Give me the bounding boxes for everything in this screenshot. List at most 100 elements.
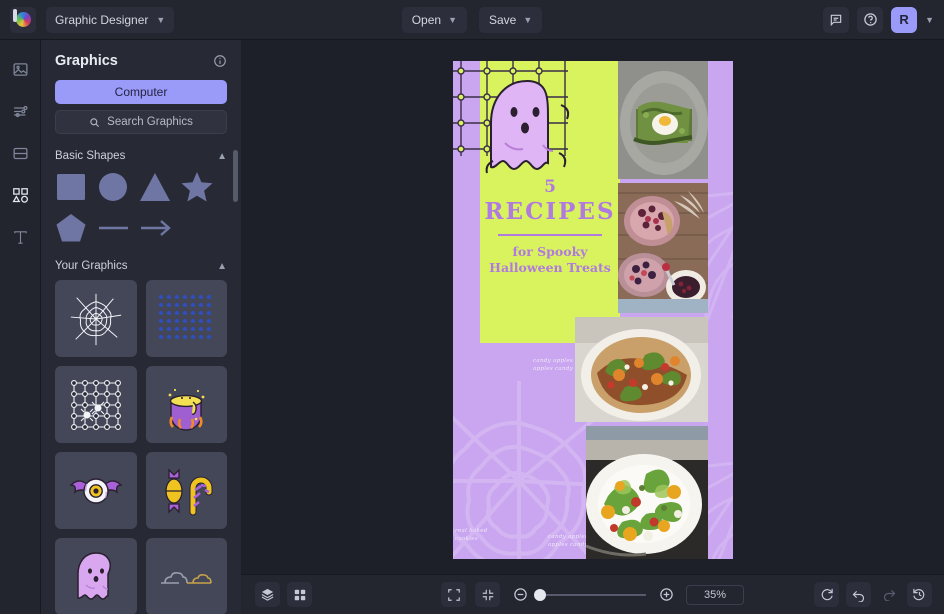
- sidebar-item-images[interactable]: [5, 54, 35, 84]
- spider-net-graphic[interactable]: [55, 366, 137, 443]
- zoom-controls: 35%: [378, 582, 808, 607]
- photo-berry-bowls[interactable]: [618, 183, 708, 313]
- top-bar-actions: R ▼: [823, 6, 934, 33]
- grid-icon: [294, 589, 305, 600]
- sliders-icon: [13, 105, 28, 117]
- headline-block: 5 RECIPES for Spooky Halloween Treats: [480, 179, 620, 277]
- pentagon-shape[interactable]: [55, 211, 88, 244]
- chevron-up-icon: ▲: [217, 260, 227, 272]
- cloud-line-graphic[interactable]: [145, 538, 227, 614]
- open-button[interactable]: Open ▼: [401, 6, 467, 33]
- shrink-icon: [482, 589, 493, 600]
- account-chevron-down-icon[interactable]: ▼: [925, 15, 934, 25]
- chevron-up-icon: ▲: [217, 150, 227, 162]
- candy-graphic[interactable]: [145, 452, 227, 529]
- fit-screen-icon: [447, 588, 460, 601]
- cauldron-graphic[interactable]: [145, 366, 227, 443]
- document-name-dropdown[interactable]: Graphic Designer ▼: [46, 6, 175, 33]
- chevron-down-icon: ▼: [156, 14, 166, 25]
- bottom-left-tools: [255, 582, 312, 607]
- arrow-shape[interactable]: [139, 211, 172, 244]
- shapes-icon: [11, 187, 28, 203]
- sidebar-item-layouts[interactable]: [5, 138, 35, 168]
- info-icon: [214, 55, 226, 67]
- refresh-icon: [821, 588, 833, 601]
- sidebar-item-text[interactable]: [5, 222, 35, 252]
- history-button[interactable]: [907, 582, 932, 607]
- script-text-bottom-right: candy apples apples candy: [548, 534, 589, 549]
- square-shape[interactable]: [55, 170, 88, 203]
- chevron-down-icon: ▼: [448, 14, 457, 25]
- photo-tacos[interactable]: [575, 317, 708, 422]
- help-button[interactable]: [857, 6, 884, 33]
- canvas-area[interactable]: 5 RECIPES for Spooky Halloween Treats ca…: [241, 40, 944, 574]
- photo-avocado-toast[interactable]: [618, 61, 708, 179]
- shrink-button[interactable]: [475, 582, 500, 607]
- page-title: Graphics: [55, 53, 118, 69]
- comment-icon: [830, 14, 842, 26]
- avatar[interactable]: R: [891, 6, 918, 33]
- zoom-in-button[interactable]: [655, 584, 677, 606]
- undo-icon: [852, 590, 865, 602]
- bat-eyeball-graphic[interactable]: [55, 452, 137, 529]
- dot-grid-icon: [159, 294, 212, 339]
- your-graphics-grid: [41, 272, 241, 614]
- dot-grid-graphic[interactable]: [145, 280, 227, 357]
- ghost-graphic[interactable]: [55, 538, 137, 614]
- circle-shape[interactable]: [97, 170, 130, 203]
- tool-rail: [0, 40, 41, 614]
- undo-button[interactable]: [846, 582, 871, 607]
- section-label: Your Graphics: [55, 260, 128, 272]
- app-root: Graphic Designer ▼ Open ▼ Save ▼ R ▼ Gra…: [0, 0, 944, 614]
- layout-icon: [12, 147, 28, 159]
- subheadline: for Spooky Halloween Treats: [489, 243, 611, 276]
- open-label: Open: [411, 12, 442, 27]
- info-button[interactable]: [213, 54, 227, 68]
- fit-screen-button[interactable]: [441, 582, 466, 607]
- section-your-graphics[interactable]: Your Graphics ▲: [55, 260, 227, 272]
- spiderweb-graphic[interactable]: [55, 280, 137, 357]
- zoom-slider-track[interactable]: [534, 588, 646, 601]
- basic-shapes-row-2: [41, 203, 241, 244]
- image-icon: [12, 62, 28, 76]
- file-actions: Open ▼ Save ▼: [382, 6, 562, 33]
- save-label: Save: [489, 12, 517, 27]
- bottom-bar: 35%: [241, 574, 944, 614]
- section-basic-shapes[interactable]: Basic Shapes ▲: [55, 150, 227, 162]
- computer-label: Computer: [114, 85, 168, 99]
- photo-salad[interactable]: [586, 426, 708, 559]
- redo-button[interactable]: [878, 582, 900, 604]
- top-bar: Graphic Designer ▼ Open ▼ Save ▼ R ▼: [0, 0, 944, 40]
- sidebar-item-graphics[interactable]: [5, 180, 35, 210]
- refresh-button[interactable]: [814, 582, 839, 607]
- history-controls: [814, 582, 932, 607]
- triangle-shape[interactable]: [139, 170, 172, 203]
- basic-shapes-row-1: [41, 162, 241, 203]
- grid-button[interactable]: [287, 582, 312, 607]
- panel-scrollbar[interactable]: [233, 150, 238, 202]
- history-icon: [913, 588, 925, 601]
- layers-button[interactable]: [255, 582, 280, 607]
- comments-button[interactable]: [823, 6, 850, 33]
- text-icon: [13, 230, 27, 244]
- chevron-down-icon: ▼: [523, 14, 533, 25]
- bitmap-logo-icon: [12, 9, 31, 27]
- artboard[interactable]: 5 RECIPES for Spooky Halloween Treats ca…: [453, 61, 733, 559]
- star-shape[interactable]: [181, 170, 214, 203]
- zoom-level-value: 35%: [703, 588, 727, 601]
- search-icon: [90, 117, 100, 127]
- search-input[interactable]: Search Graphics: [55, 110, 227, 134]
- zoom-out-button[interactable]: [509, 584, 531, 606]
- zoom-out-icon: [513, 588, 527, 601]
- zoom-level-input[interactable]: 35%: [686, 584, 744, 605]
- graphics-panel: Graphics Computer Search Graphics Basic …: [41, 40, 241, 614]
- line-shape[interactable]: [97, 211, 130, 244]
- computer-source-button[interactable]: Computer: [55, 80, 227, 104]
- save-button[interactable]: Save ▼: [479, 6, 543, 33]
- zoom-slider-knob[interactable]: [534, 588, 546, 601]
- app-logo[interactable]: [10, 6, 36, 33]
- sidebar-item-adjust[interactable]: [5, 96, 35, 126]
- section-label: Basic Shapes: [55, 150, 126, 162]
- panel-header: Graphics: [41, 40, 241, 78]
- zoom-slider[interactable]: [534, 588, 646, 601]
